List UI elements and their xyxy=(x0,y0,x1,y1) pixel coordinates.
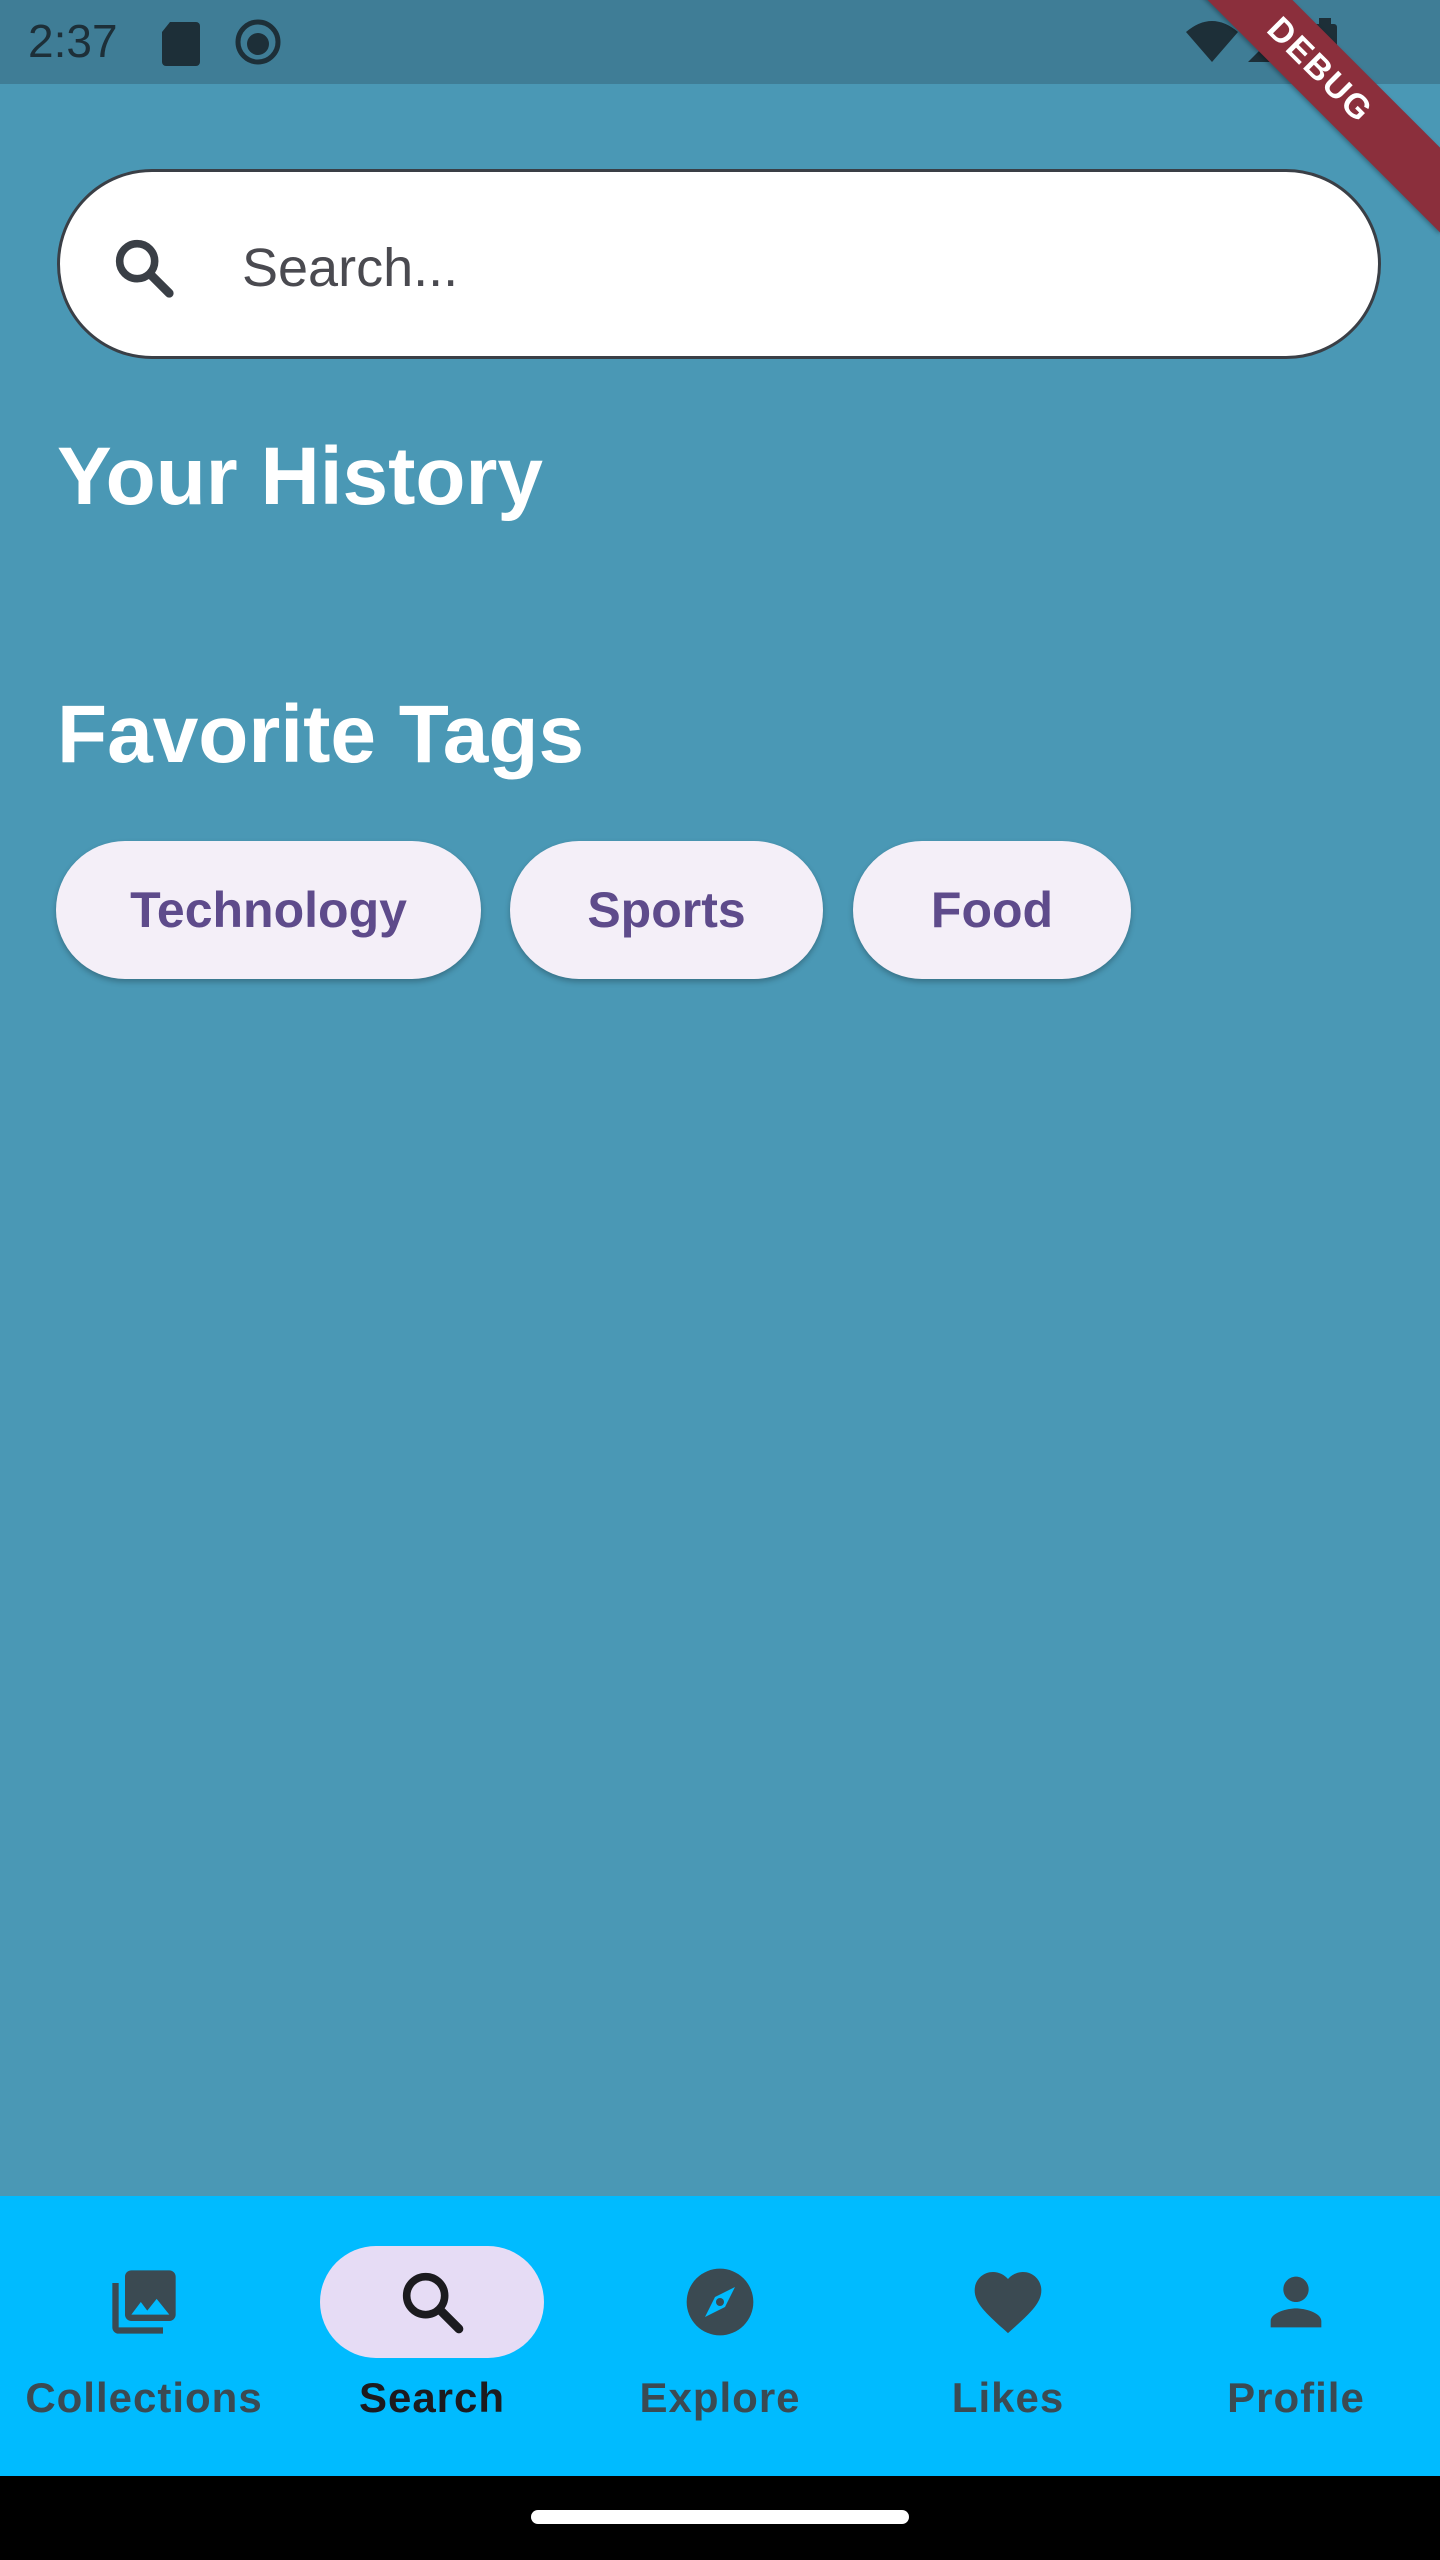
nav-label-likes: Likes xyxy=(951,2374,1065,2421)
heart-icon xyxy=(974,2272,1042,2334)
nav-item-profile[interactable]: Profile xyxy=(1152,2196,1440,2476)
home-gesture-handle[interactable] xyxy=(531,2510,909,2524)
nav-active-indicator xyxy=(320,2246,544,2358)
nav-item-explore[interactable]: Explore xyxy=(576,2196,864,2476)
nav-icon-container xyxy=(32,2246,256,2358)
tag-chip-sports[interactable]: Sports xyxy=(510,841,823,979)
status-time: 2:37 xyxy=(28,15,118,67)
tag-chip-food[interactable]: Food xyxy=(853,841,1131,979)
sd-card-icon xyxy=(162,22,200,66)
search-bar[interactable] xyxy=(57,169,1381,359)
wifi-icon xyxy=(1186,21,1238,62)
person-icon xyxy=(1270,2276,1322,2328)
nav-label-explore: Explore xyxy=(639,2374,801,2421)
nav-item-collections[interactable]: Collections xyxy=(0,2196,288,2476)
nav-icon-container xyxy=(1184,2246,1408,2358)
search-icon xyxy=(402,2272,464,2334)
tag-chip-technology[interactable]: Technology xyxy=(56,841,481,979)
favorite-tags-title: Favorite Tags xyxy=(57,689,585,780)
search-input[interactable] xyxy=(240,212,1324,324)
nav-icon-container xyxy=(896,2246,1120,2358)
nav-label-collections: Collections xyxy=(25,2374,263,2421)
android-debug-icon xyxy=(235,19,281,65)
compass-icon xyxy=(686,2268,754,2336)
search-icon[interactable] xyxy=(108,232,178,302)
nav-icon-container xyxy=(608,2246,832,2358)
collections-icon xyxy=(112,2270,176,2334)
nav-label-profile: Profile xyxy=(1227,2374,1365,2421)
nav-item-likes[interactable]: Likes xyxy=(864,2196,1152,2476)
bottom-navigation: Collections Search Explore Likes Profile xyxy=(0,2196,1440,2476)
system-gesture-bar xyxy=(0,2476,1440,2560)
nav-label-search: Search xyxy=(358,2374,506,2421)
nav-item-search[interactable]: Search xyxy=(288,2196,576,2476)
history-title: Your History xyxy=(57,431,543,522)
